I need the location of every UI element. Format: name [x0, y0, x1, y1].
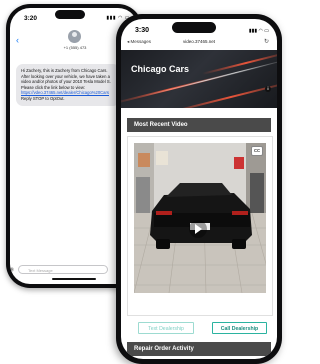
back-chevron-icon[interactable]: ‹ — [16, 35, 19, 45]
contact-name[interactable]: +1 (555) 473 — [50, 45, 100, 50]
sms-message-bubble: Hi Zachery, this is Zachery from Chicago… — [16, 64, 120, 106]
refresh-icon[interactable]: ↻ — [264, 38, 269, 45]
text-dealership-button[interactable]: Text Dealership — [138, 322, 194, 334]
status-time: 3:30 — [135, 27, 150, 34]
contact-avatar-icon[interactable] — [68, 30, 81, 43]
dealer-name: Chicago Cars — [131, 64, 190, 74]
sms-text-after-link: Reply STOP to OptOut. — [21, 95, 65, 101]
signal-icon: ▮▮▮ — [248, 28, 258, 34]
signal-icon: ▮▮▮ — [106, 15, 117, 21]
status-icons: ▮▮▮ ◠ ▭ — [249, 28, 269, 34]
dynamic-island — [55, 10, 85, 19]
back-to-messages-link[interactable]: ◂ Messages — [127, 39, 151, 45]
play-icon[interactable] — [195, 224, 202, 234]
call-dealership-button[interactable]: Call Dealership — [212, 322, 267, 334]
video-page-screen: 3:30 ▮▮▮ ◠ ▭ ◂ Messages video.37465.net … — [121, 19, 277, 359]
wifi-icon: ◠ — [118, 15, 123, 21]
status-time: 3:20 — [24, 15, 38, 22]
cc-icon[interactable]: CC — [251, 146, 263, 156]
wifi-icon: ◠ — [258, 28, 263, 34]
browser-address-bar: ◂ Messages video.37465.net ↻ — [121, 38, 277, 48]
camera-icon[interactable]: ◉ — [10, 266, 14, 273]
info-icon[interactable]: i — [265, 86, 271, 92]
message-input[interactable]: Text Message — [18, 265, 108, 274]
video-card: CC — [127, 136, 273, 316]
video-player[interactable]: CC — [134, 143, 266, 293]
page-url[interactable]: video.37465.net — [183, 39, 215, 44]
hero-banner: Chicago Cars — [121, 50, 277, 108]
dynamic-island — [172, 22, 216, 33]
home-indicator — [52, 278, 96, 280]
sms-video-link[interactable]: https://vdeo.37465.net/dealer/Chicago%20… — [21, 90, 109, 95]
battery-icon: ▭ — [264, 28, 269, 34]
repair-order-activity-header: Repair Order Activity — [127, 342, 271, 356]
most-recent-video-header: Most Recent Video — [127, 118, 271, 132]
sms-text-before-link: Hi Zachery, this is Zachery from Chicago… — [21, 68, 111, 90]
car-video-frame — [134, 143, 266, 293]
video-page-phone: 3:30 ▮▮▮ ◠ ▭ ◂ Messages video.37465.net … — [116, 14, 282, 364]
